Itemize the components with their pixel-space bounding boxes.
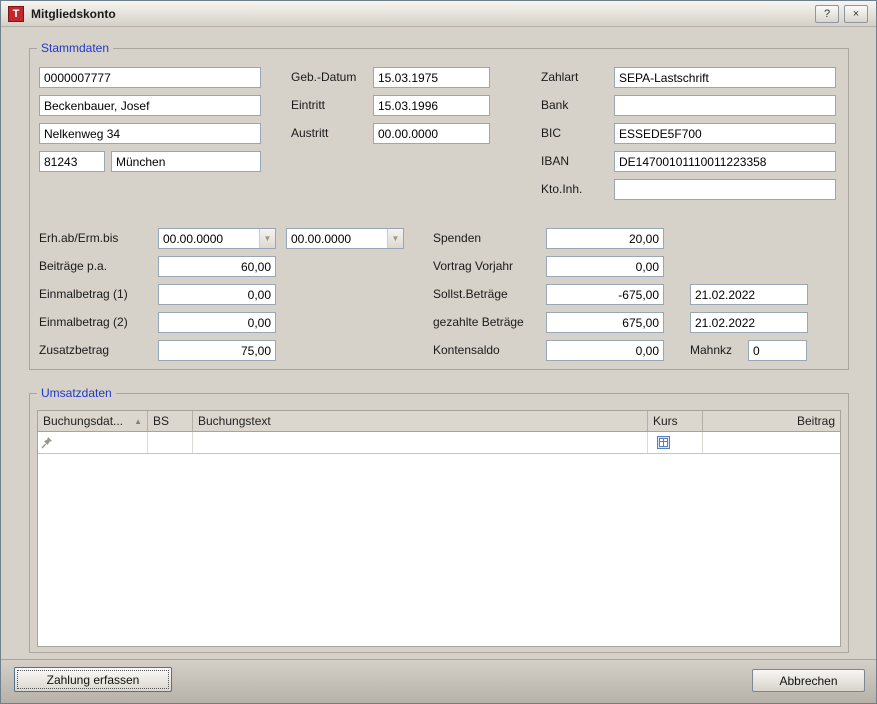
mahnkz-field[interactable] bbox=[748, 340, 807, 361]
label-vortrag-vorjahr: Vortrag Vorjahr bbox=[433, 260, 513, 273]
label-beitraege-pa: Beiträge p.a. bbox=[39, 260, 107, 273]
label-bic: BIC bbox=[541, 127, 561, 140]
name-field[interactable] bbox=[39, 95, 261, 116]
pin-icon bbox=[41, 436, 53, 449]
help-button[interactable]: ? bbox=[815, 5, 839, 23]
filter-cell-beitrag[interactable] bbox=[703, 432, 840, 453]
sort-asc-icon: ▲ bbox=[130, 417, 142, 426]
spenden-field[interactable] bbox=[546, 228, 664, 249]
group-stammdaten-legend: Stammdaten bbox=[37, 41, 113, 55]
iban-field[interactable] bbox=[614, 151, 836, 172]
member-number-field[interactable] bbox=[39, 67, 261, 88]
group-umsatzdaten-legend: Umsatzdaten bbox=[37, 386, 116, 400]
kto-inh-field[interactable] bbox=[614, 179, 836, 200]
lookup-grid-icon[interactable] bbox=[657, 436, 670, 449]
geb-datum-field[interactable] bbox=[373, 67, 490, 88]
gezahlte-betraege-field[interactable] bbox=[546, 312, 664, 333]
label-austritt: Austritt bbox=[291, 127, 328, 140]
gezahlt-datum-field[interactable] bbox=[690, 312, 808, 333]
label-kontensaldo: Kontensaldo bbox=[433, 344, 500, 357]
grid-filter-row bbox=[38, 432, 840, 454]
label-mahnkz: Mahnkz bbox=[690, 344, 732, 357]
bank-field[interactable] bbox=[614, 95, 836, 116]
vortrag-vorjahr-field[interactable] bbox=[546, 256, 664, 277]
label-spenden: Spenden bbox=[433, 232, 481, 245]
beitraege-pa-field[interactable] bbox=[158, 256, 276, 277]
erm-bis-combo[interactable]: ▼ bbox=[286, 228, 404, 249]
filter-cell-buchungsdatum[interactable] bbox=[38, 432, 148, 453]
grid-header-row: Buchungsdat... ▲ BS Buchungstext Kurs Be… bbox=[38, 411, 840, 432]
label-bank: Bank bbox=[541, 99, 568, 112]
column-header-bs[interactable]: BS bbox=[148, 411, 193, 431]
eintritt-field[interactable] bbox=[373, 95, 490, 116]
umsatz-grid: Buchungsdat... ▲ BS Buchungstext Kurs Be… bbox=[37, 410, 841, 647]
bic-field[interactable] bbox=[614, 123, 836, 144]
window-mitgliedskonto: T Mitgliedskonto ? × Stammdaten Geb.-Dat… bbox=[0, 0, 877, 704]
column-header-beitrag[interactable]: Beitrag bbox=[703, 411, 840, 431]
erh-ab-input[interactable] bbox=[159, 229, 259, 248]
sollst-datum-field[interactable] bbox=[690, 284, 808, 305]
filter-cell-bs[interactable] bbox=[148, 432, 193, 453]
label-iban: IBAN bbox=[541, 155, 569, 168]
window-title: Mitgliedskonto bbox=[31, 7, 116, 21]
column-header-buchungstext[interactable]: Buchungstext bbox=[193, 411, 648, 431]
zahlart-field[interactable] bbox=[614, 67, 836, 88]
titlebar-buttons: ? × bbox=[815, 5, 868, 23]
zusatzbetrag-field[interactable] bbox=[158, 340, 276, 361]
close-button[interactable]: × bbox=[844, 5, 868, 23]
titlebar[interactable]: T Mitgliedskonto ? × bbox=[1, 1, 876, 27]
label-sollst-betraege: Sollst.Beträge bbox=[433, 288, 508, 301]
grid-body bbox=[38, 456, 840, 646]
label-einmalbetrag-1: Einmalbetrag (1) bbox=[39, 288, 128, 301]
filter-cell-kurs[interactable] bbox=[648, 432, 703, 453]
abbrechen-button[interactable]: Abbrechen bbox=[752, 669, 865, 692]
label-einmalbetrag-2: Einmalbetrag (2) bbox=[39, 316, 128, 329]
chevron-down-icon[interactable]: ▼ bbox=[259, 229, 275, 248]
erm-bis-input[interactable] bbox=[287, 229, 387, 248]
label-kto-inh: Kto.Inh. bbox=[541, 183, 582, 196]
sollst-betraege-field[interactable] bbox=[546, 284, 664, 305]
zip-field[interactable] bbox=[39, 151, 105, 172]
einmalbetrag-1-field[interactable] bbox=[158, 284, 276, 305]
label-zahlart: Zahlart bbox=[541, 71, 578, 84]
kontensaldo-field[interactable] bbox=[546, 340, 664, 361]
city-field[interactable] bbox=[111, 151, 261, 172]
filter-cell-buchungstext[interactable] bbox=[193, 432, 648, 453]
chevron-down-icon[interactable]: ▼ bbox=[387, 229, 403, 248]
column-header-buchungsdatum-label: Buchungsdat... bbox=[43, 414, 123, 428]
erh-ab-combo[interactable]: ▼ bbox=[158, 228, 276, 249]
label-erh-ab: Erh.ab/Erm.bis bbox=[39, 232, 118, 245]
label-gezahlte-betraege: gezahlte Beträge bbox=[433, 316, 524, 329]
einmalbetrag-2-field[interactable] bbox=[158, 312, 276, 333]
zahlung-erfassen-button[interactable]: Zahlung erfassen bbox=[14, 667, 172, 692]
austritt-field[interactable] bbox=[373, 123, 490, 144]
label-geb-datum: Geb.-Datum bbox=[291, 71, 356, 84]
app-icon: T bbox=[8, 6, 24, 22]
column-header-buchungsdatum[interactable]: Buchungsdat... ▲ bbox=[38, 411, 148, 431]
column-header-kurs[interactable]: Kurs bbox=[648, 411, 703, 431]
street-field[interactable] bbox=[39, 123, 261, 144]
label-eintritt: Eintritt bbox=[291, 99, 325, 112]
label-zusatzbetrag: Zusatzbetrag bbox=[39, 344, 109, 357]
